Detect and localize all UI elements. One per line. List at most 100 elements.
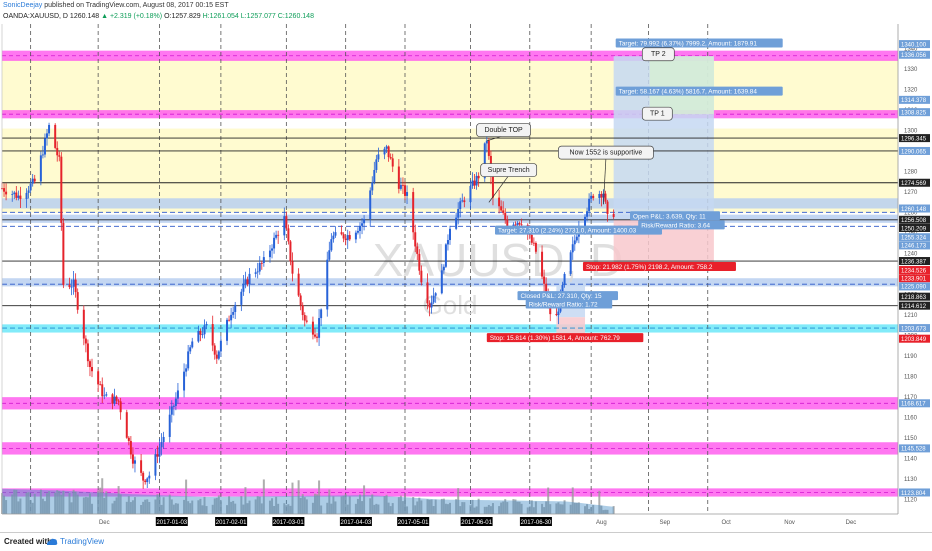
candle-up (154, 454, 157, 476)
candle-down (303, 315, 306, 321)
stop-closed-label: Stop: 15.814 (1.30%) 1581.4, Amount: 762… (490, 335, 620, 342)
candle-up (271, 248, 274, 251)
candle-down (54, 124, 57, 148)
candle-down (520, 224, 523, 226)
price-tick-label: 1270 (904, 190, 918, 196)
candle-up (369, 190, 372, 220)
candle-down (33, 178, 36, 182)
candle-up (41, 154, 44, 156)
price-axis-marker-label: 1340.100 (901, 42, 927, 48)
candle-up (219, 340, 222, 352)
candle-down (76, 292, 79, 310)
candle-down (125, 412, 128, 438)
candle-down (532, 242, 535, 244)
candle-up (375, 159, 378, 170)
price-axis-marker-label: 1214.612 (901, 304, 927, 310)
candle-down (291, 261, 294, 274)
tradingview-cloud-icon (47, 538, 58, 545)
candle-down (420, 270, 423, 283)
candle-down (101, 384, 104, 397)
candle-up (176, 390, 179, 399)
date-marker-label: 2017-03-01 (273, 520, 304, 526)
candle-down (199, 330, 202, 335)
candle-up (442, 266, 445, 271)
candle-up (363, 219, 366, 224)
candle-up (318, 318, 321, 338)
candle-up (203, 325, 206, 335)
candle-up (31, 178, 34, 184)
candle-down (311, 321, 314, 335)
candle-up (29, 183, 32, 191)
candle-up (449, 228, 451, 241)
candle-down (414, 232, 417, 247)
candle-down (387, 146, 390, 158)
price-tick-label: 1130 (904, 477, 918, 483)
price-axis-marker-label: 1250.209 (901, 226, 927, 232)
candle-down (119, 401, 122, 413)
candle-up (471, 180, 474, 186)
candle-down (340, 232, 343, 235)
candle-up (444, 244, 447, 267)
blue-zone-a (2, 198, 898, 209)
candle-down (600, 193, 603, 198)
candle-up (586, 211, 589, 217)
candle-up (334, 232, 337, 236)
candle-up (185, 368, 188, 372)
time-tick-label: Sep (659, 520, 670, 526)
candle-down (530, 234, 533, 243)
watermark-symbol: XAUUSD, D (373, 234, 623, 286)
candle-down (58, 155, 61, 157)
time-tick-label: Aug (596, 520, 607, 526)
candle-down (606, 201, 609, 214)
candle-up (162, 436, 165, 443)
candle-down (129, 440, 132, 455)
candle-up (459, 201, 462, 210)
candle-up (346, 235, 349, 241)
open-pnl-label: Open P&L: 3.639, Qty: 11 (633, 213, 706, 220)
candle-up (70, 286, 73, 288)
tradingview-brand-link[interactable]: TradingView (60, 533, 104, 551)
candle-up (469, 185, 472, 203)
candle-down (117, 400, 120, 402)
candle-down (534, 242, 537, 252)
price-axis-marker-label: 1145.528 (901, 447, 926, 453)
candle-down (342, 234, 345, 239)
price-tick-label: 1140 (904, 457, 918, 463)
candle-down (111, 394, 114, 404)
candle-up (168, 414, 171, 437)
candle-up (354, 232, 357, 240)
date-marker-label: 2017-06-30 (521, 520, 552, 526)
candle-up (46, 133, 49, 139)
candle-up (234, 304, 237, 312)
candle-up (475, 175, 478, 186)
candle-up (373, 169, 376, 183)
price-axis-marker-label: 1233.901 (901, 277, 927, 283)
candle-up (430, 302, 433, 308)
candle-down (412, 192, 415, 233)
candle-up (217, 351, 220, 359)
candle-down (555, 314, 558, 316)
closed-pnl-label: Closed P&L: 27.310, Qty: 15 (521, 293, 602, 300)
date-marker-label: 2017-01-03 (156, 520, 187, 526)
target-tp2-label: Target: 79.992 (6.37%) 7999.2, Amount: 1… (619, 40, 758, 47)
candle-up (254, 272, 257, 274)
candle-down (260, 262, 263, 264)
candle-up (113, 396, 116, 404)
candle-up (432, 295, 435, 303)
candle-up (268, 250, 271, 258)
price-tick-label: 1190 (904, 354, 918, 360)
candle-down (19, 195, 22, 200)
candle-down (84, 338, 87, 344)
candle-down (88, 361, 91, 367)
created-with-label: Created with (4, 537, 53, 546)
candle-down (428, 303, 431, 308)
tp-extension-zone (649, 56, 714, 115)
price-axis-marker-label: 1255.324 (901, 236, 927, 242)
time-tick-label: Dec (99, 520, 110, 526)
candle-up (189, 347, 192, 352)
price-axis-marker-label: 1256.508 (901, 218, 927, 224)
candle-down (97, 371, 100, 385)
candlestick-chart[interactable]: XAUUSD, DGold112011301140115011601170118… (0, 0, 932, 532)
price-axis-marker-label: 1336.056 (901, 53, 927, 59)
candle-up (371, 182, 374, 191)
